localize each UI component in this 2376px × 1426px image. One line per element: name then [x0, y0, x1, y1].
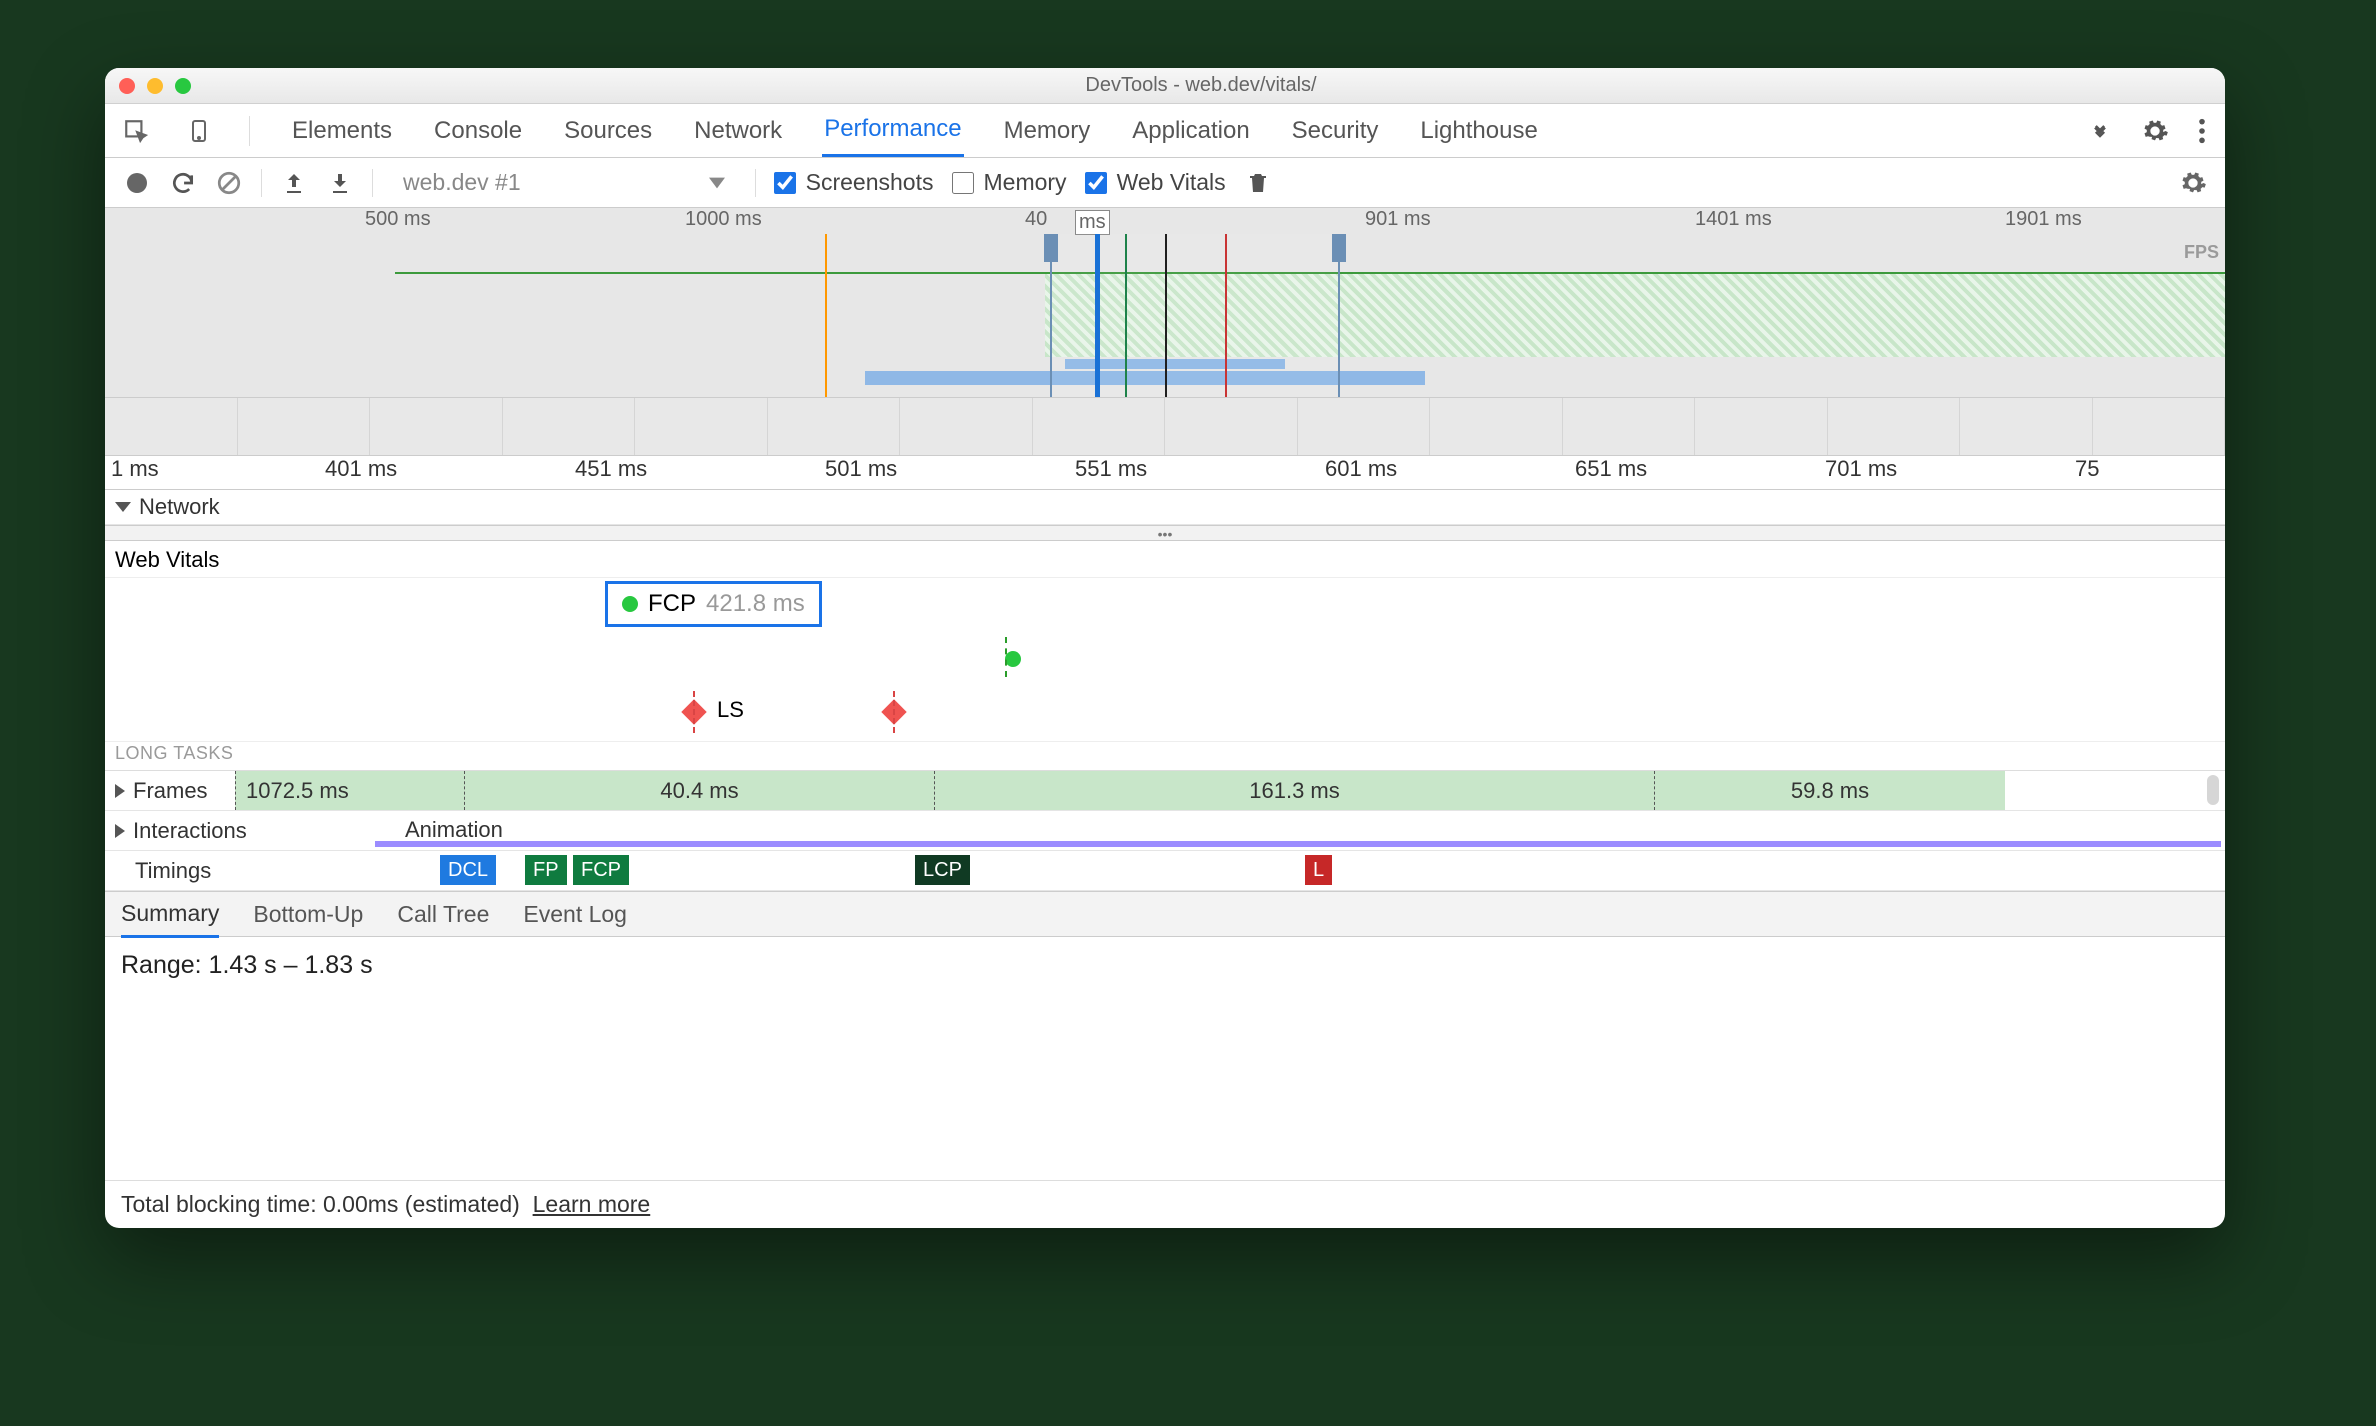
tab-bottom-up[interactable]: Bottom-Up	[253, 901, 363, 928]
profile-label: web.dev #1	[403, 169, 521, 196]
timing-fcp[interactable]: FCP	[573, 855, 629, 885]
minimize-icon[interactable]	[147, 78, 163, 94]
selection-handle-left[interactable]	[1044, 234, 1058, 262]
reload-icon[interactable]	[169, 169, 197, 197]
record-icon[interactable]	[123, 169, 151, 197]
network-track[interactable]: Network	[105, 490, 2225, 525]
timing-fp[interactable]: FP	[525, 855, 567, 885]
timing-l[interactable]: L	[1305, 855, 1332, 885]
tab-performance[interactable]: Performance	[822, 104, 963, 157]
upload-icon[interactable]	[280, 169, 308, 197]
performance-toolbar: web.dev #1 Screenshots Memory Web Vitals	[105, 158, 2225, 208]
settings-gear-icon[interactable]	[2179, 169, 2207, 197]
tab-network[interactable]: Network	[692, 104, 784, 157]
tab-call-tree[interactable]: Call Tree	[397, 901, 489, 928]
tab-summary[interactable]: Summary	[121, 900, 219, 938]
time-ruler[interactable]: 1 ms 401 ms 451 ms 501 ms 551 ms 601 ms …	[105, 456, 2225, 490]
memory-checkbox[interactable]: Memory	[952, 169, 1067, 196]
screenshots-checkbox[interactable]: Screenshots	[774, 169, 934, 196]
collapsed-divider[interactable]: •••	[105, 525, 2225, 541]
fcp-name: FCP	[648, 590, 696, 618]
frame-bar[interactable]: 40.4 ms	[465, 771, 935, 810]
devtools-window: DevTools - web.dev/vitals/ Elements Cons…	[105, 68, 2225, 1228]
learn-more-link[interactable]: Learn more	[533, 1191, 651, 1217]
tab-sources[interactable]: Sources	[562, 104, 654, 157]
kebab-icon[interactable]	[2197, 117, 2207, 145]
animation-label: Animation	[405, 817, 503, 843]
filmstrip[interactable]	[105, 398, 2225, 456]
selection-handle-right[interactable]	[1332, 234, 1346, 262]
webvitals-input[interactable]	[1085, 172, 1107, 194]
tab-console[interactable]: Console	[432, 104, 524, 157]
vital-green-dot-icon[interactable]	[1005, 651, 1021, 667]
web-vitals-section: Web Vitals FCP 421.8 ms LS LONG TASKS	[105, 541, 2225, 771]
ms-unit: ms	[1075, 210, 1110, 235]
disclosure-icon[interactable]	[115, 784, 125, 798]
tab-application[interactable]: Application	[1130, 104, 1251, 157]
inspect-icon[interactable]	[123, 118, 149, 144]
timeline-overview[interactable]: 500 ms 1000 ms 40 ms 901 ms 1401 ms 1901…	[105, 208, 2225, 398]
titlebar: DevTools - web.dev/vitals/	[105, 68, 2225, 104]
timing-dcl[interactable]: DCL	[440, 855, 496, 885]
tab-event-log[interactable]: Event Log	[523, 901, 627, 928]
interactions-track[interactable]: Interactions Animation	[105, 811, 2225, 851]
web-vitals-label: Web Vitals	[105, 541, 2225, 579]
fcp-dot-icon	[622, 596, 638, 612]
profile-select[interactable]: web.dev #1	[391, 167, 737, 198]
panel-tabs: Elements Console Sources Network Perform…	[105, 104, 2225, 158]
zoom-icon[interactable]	[175, 78, 191, 94]
long-tasks-label: LONG TASKS	[115, 743, 233, 764]
download-icon[interactable]	[326, 169, 354, 197]
timing-lcp[interactable]: LCP	[915, 855, 970, 885]
timings-track[interactable]: Timings DCLFPFCPLCPL	[105, 851, 2225, 891]
tab-lighthouse[interactable]: Lighthouse	[1418, 104, 1539, 157]
device-icon[interactable]	[187, 117, 211, 145]
overview-ticks: 500 ms 1000 ms 40 ms 901 ms 1401 ms 1901…	[105, 208, 2225, 234]
memory-input[interactable]	[952, 172, 974, 194]
frame-bar[interactable]: 161.3 ms	[935, 771, 1655, 810]
tbt-text: Total blocking time: 0.00ms (estimated)	[121, 1191, 520, 1217]
disclosure-icon[interactable]	[115, 824, 125, 838]
overview-selection[interactable]	[1050, 234, 1340, 397]
details-tabs: Summary Bottom-Up Call Tree Event Log	[105, 891, 2225, 937]
fcp-callout[interactable]: FCP 421.8 ms	[605, 581, 822, 627]
trash-icon[interactable]	[1244, 169, 1272, 197]
animation-bar[interactable]	[375, 841, 2221, 847]
tab-memory[interactable]: Memory	[1002, 104, 1093, 157]
more-tabs-icon[interactable]	[2087, 121, 2113, 141]
gear-icon[interactable]	[2141, 117, 2169, 145]
tab-elements[interactable]: Elements	[290, 104, 394, 157]
window-title: DevTools - web.dev/vitals/	[191, 74, 2211, 97]
tab-security[interactable]: Security	[1290, 104, 1381, 157]
clear-icon[interactable]	[215, 169, 243, 197]
footer: Total blocking time: 0.00ms (estimated) …	[105, 1180, 2225, 1228]
screenshots-input[interactable]	[774, 172, 796, 194]
webvitals-checkbox[interactable]: Web Vitals	[1085, 169, 1226, 196]
frame-bar[interactable]: 1072.5 ms	[235, 771, 465, 810]
traffic-lights	[119, 78, 191, 94]
frames-track[interactable]: Frames 1072.5 ms 40.4 ms 161.3 ms 59.8 m…	[105, 771, 2225, 811]
scrollbar-thumb[interactable]	[2207, 775, 2219, 805]
disclosure-icon[interactable]	[115, 502, 131, 512]
summary-range: Range: 1.43 s – 1.83 s	[105, 937, 2225, 994]
ls-label: LS	[717, 697, 744, 723]
frame-bar[interactable]: 59.8 ms	[1655, 771, 2005, 810]
fcp-value: 421.8 ms	[706, 590, 805, 618]
close-icon[interactable]	[119, 78, 135, 94]
